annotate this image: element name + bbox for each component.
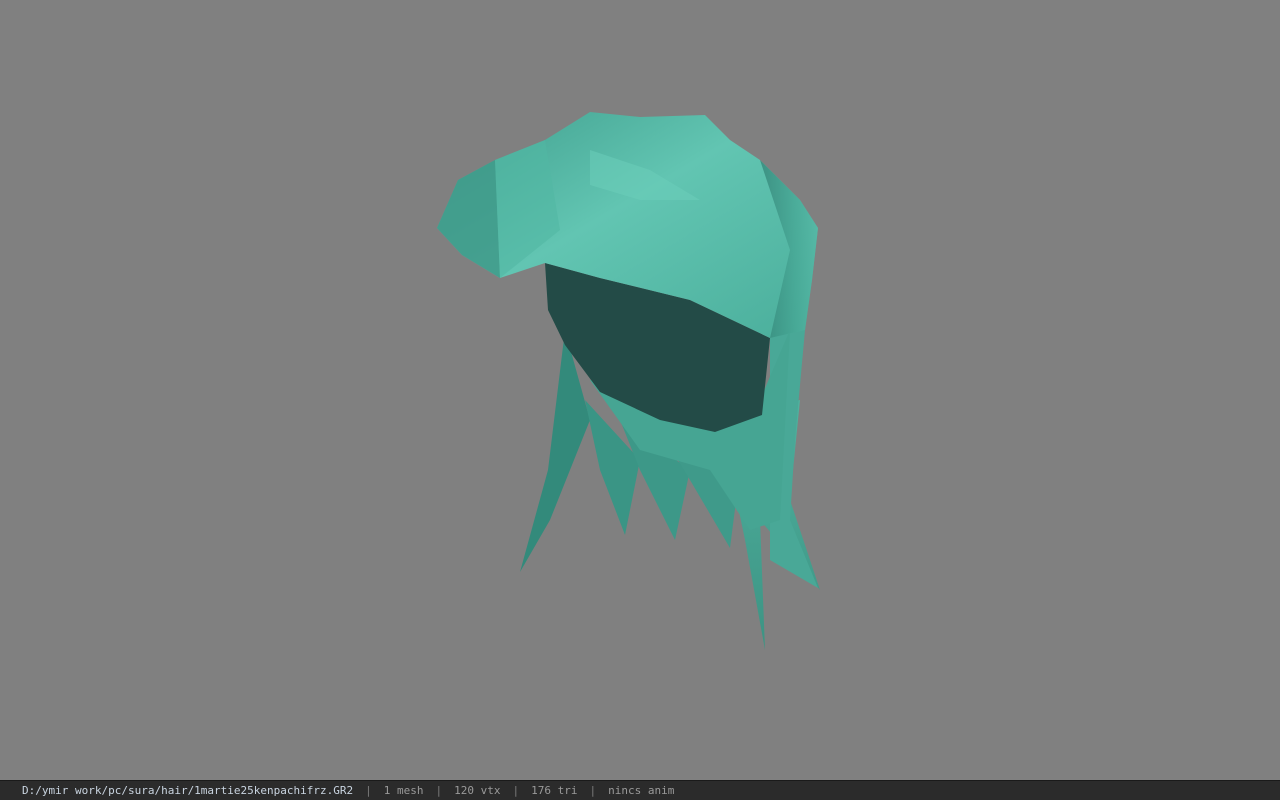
vertex-count: 120 vtx <box>454 784 501 797</box>
triangle-count: 176 tri <box>531 784 578 797</box>
mesh-count: 1 mesh <box>383 784 424 797</box>
3d-viewport[interactable] <box>0 0 1280 780</box>
separator: | <box>365 784 372 797</box>
separator: | <box>512 784 520 797</box>
hair-model-render <box>437 112 820 650</box>
animation-status: nincs anim <box>608 784 675 797</box>
status-bar: D:/ymir work/pc/sura/hair/1martie25kenpa… <box>0 780 1280 800</box>
separator: | <box>435 784 443 797</box>
file-path: D:/ymir work/pc/sura/hair/1martie25kenpa… <box>22 784 354 797</box>
separator: | <box>589 784 597 797</box>
